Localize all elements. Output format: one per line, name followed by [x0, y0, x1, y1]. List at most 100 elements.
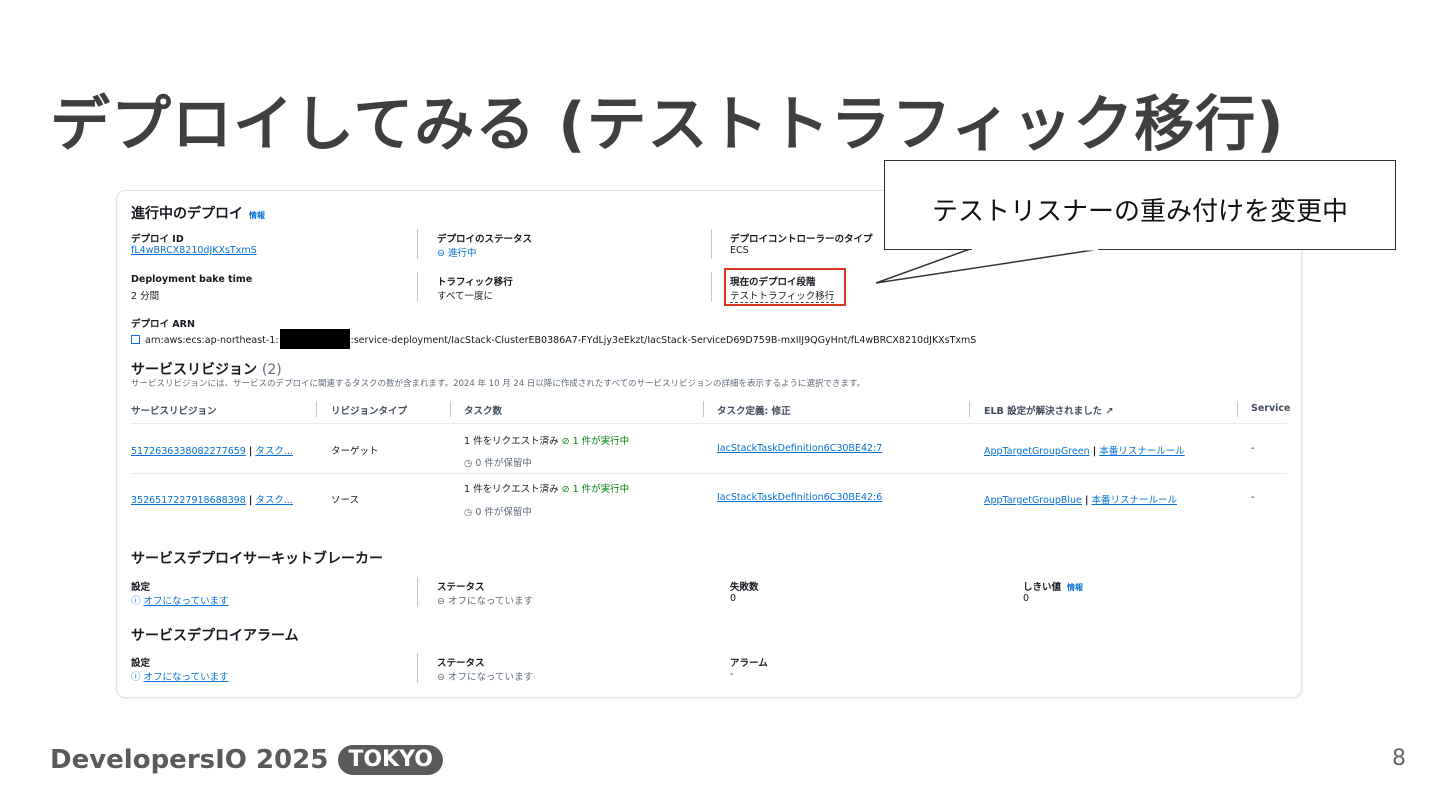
- revisions-title: サービスリビジョン (2): [131, 359, 282, 379]
- clock-icon: ◷: [464, 507, 473, 518]
- callout-text: テストリスナーの重み付けを変更中: [931, 197, 1348, 227]
- deploy-section-title-text: 進行中のデプロイ: [131, 206, 243, 222]
- tasks-requested: 1 件をリクエスト済み ⊘ 1 件が実行中: [464, 433, 629, 447]
- bake-time-value: 2 分間: [131, 291, 160, 302]
- page-number: 8: [1392, 746, 1406, 771]
- failures-label: 失敗数: [730, 582, 759, 593]
- task-def-link[interactable]: IacStackTaskDefinition6C30BE42:6: [717, 492, 882, 503]
- column-divider: [969, 401, 970, 417]
- col-type[interactable]: リビジョンタイプ: [331, 403, 407, 417]
- service-value: -: [1251, 443, 1255, 454]
- col-elb[interactable]: ELB 設定が解決されました ↗: [984, 403, 1113, 417]
- column-divider: [703, 401, 704, 417]
- slide-title: デプロイしてみる (テストトラフィック移行): [50, 90, 1285, 160]
- tasks-pending: ◷ 0 件が保留中: [464, 455, 532, 469]
- column-divider: [711, 229, 712, 259]
- info-circle-icon: ⓘ: [131, 596, 141, 607]
- alarm-status-label: ステータス: [437, 658, 485, 669]
- deploy-id-link[interactable]: fL4wBRCX8210dJKXsTxmS: [131, 245, 257, 256]
- elb-config: AppTargetGroupBlue | 本番リスナールール: [984, 495, 1177, 506]
- controller-label: デプロイコントローラーのタイプ: [730, 234, 873, 245]
- alarm-setting-link: オフになっています: [143, 672, 229, 683]
- revision-type: ターゲット: [331, 446, 379, 457]
- deployment-panel: 進行中のデプロイ 情報 デプロイ ID fL4wBRCX8210dJKXsTxmS…: [116, 190, 1302, 698]
- column-divider: [417, 577, 418, 607]
- breaker-setting[interactable]: ⓘ オフになっています: [131, 593, 229, 607]
- tasks-requested: 1 件をリクエスト済み ⊘ 1 件が実行中: [464, 481, 629, 495]
- arn-label: デプロイ ARN: [131, 319, 195, 330]
- revision-type: ソース: [331, 495, 360, 506]
- success-icon: ⊘: [561, 484, 570, 495]
- column-divider: [711, 272, 712, 302]
- revision-link[interactable]: 5172636338082277659: [131, 446, 246, 457]
- tasks-running: 1 件が実行中: [572, 484, 630, 495]
- target-group-link[interactable]: AppTargetGroupGreen: [984, 446, 1090, 457]
- highlight-box: [724, 268, 846, 306]
- col-elb-text: ELB 設定が解決されました: [984, 406, 1103, 417]
- in-progress-icon: ⊖: [437, 248, 445, 259]
- table-row: 3526517227918688398 | タスク...: [131, 495, 293, 506]
- column-divider: [316, 401, 317, 417]
- revisions-title-text: サービスリビジョン: [131, 362, 257, 378]
- tasks-link[interactable]: タスク...: [255, 446, 293, 457]
- copy-icon[interactable]: [131, 335, 140, 344]
- breaker-status-label: ステータス: [437, 582, 485, 593]
- success-icon: ⊘: [561, 436, 570, 447]
- col-revision[interactable]: サービスリビジョン: [131, 403, 217, 417]
- deploy-status-label: デプロイのステータス: [437, 234, 533, 245]
- alarm-value: -: [730, 669, 734, 680]
- deploy-status: ⊖ 進行中: [437, 245, 477, 259]
- column-divider: [1237, 401, 1238, 417]
- tasks-requested-text: 1 件をリクエスト済み: [464, 484, 559, 495]
- event-logo-text: DevelopersIO 2025: [50, 745, 329, 775]
- breaker-status-text: オフになっています: [448, 596, 534, 607]
- tasks-pending-text: 0 件が保留中: [475, 458, 532, 469]
- alarm-setting[interactable]: ⓘ オフになっています: [131, 669, 229, 683]
- arn-prefix: arn:aws:ecs:ap-northeast-1:: [145, 335, 279, 346]
- failures-value: 0: [730, 593, 737, 604]
- traffic-value: すべて一度に: [437, 291, 493, 302]
- controller-value: ECS: [730, 245, 749, 256]
- alarm-status-text: オフになっています: [448, 672, 534, 683]
- deploy-section-title: 進行中のデプロイ 情報: [131, 203, 265, 223]
- off-icon: ⊖: [437, 672, 445, 683]
- info-link[interactable]: 情報: [249, 211, 265, 220]
- target-group-link[interactable]: AppTargetGroupBlue: [984, 495, 1082, 506]
- callout-box: テストリスナーの重み付けを変更中: [884, 160, 1396, 250]
- info-link[interactable]: 情報: [1067, 583, 1083, 592]
- tasks-running: 1 件が実行中: [572, 436, 630, 447]
- alarm-setting-label: 設定: [131, 658, 151, 669]
- off-icon: ⊖: [437, 596, 445, 607]
- listener-rule-link[interactable]: 本番リスナールール: [1091, 495, 1177, 506]
- event-logo: DevelopersIO 2025 TOKYO: [50, 745, 443, 775]
- breaker-status: ⊖ オフになっています: [437, 593, 533, 607]
- column-divider: [417, 229, 418, 259]
- arn-suffix: :service-deployment/IacStack-ClusterEB03…: [350, 335, 977, 346]
- redacted-account-id: [279, 329, 350, 349]
- column-divider: [417, 272, 418, 302]
- threshold-value: 0: [1023, 593, 1030, 604]
- tasks-pending: ◷ 0 件が保留中: [464, 504, 532, 518]
- revisions-count: (2): [261, 362, 282, 378]
- col-tasks[interactable]: タスク数: [464, 403, 502, 417]
- revision-link[interactable]: 3526517227918688398: [131, 495, 246, 506]
- threshold-label: しきい値 情報: [1023, 579, 1083, 593]
- external-link-icon: ↗: [1105, 406, 1114, 417]
- traffic-label: トラフィック移行: [437, 277, 513, 288]
- deploy-status-text: 進行中: [448, 248, 477, 259]
- clock-icon: ◷: [464, 458, 473, 469]
- threshold-label-text: しきい値: [1023, 582, 1062, 593]
- bake-time-label: Deployment bake time: [131, 274, 253, 285]
- listener-rule-link[interactable]: 本番リスナールール: [1099, 446, 1185, 457]
- breaker-setting-link: オフになっています: [143, 596, 229, 607]
- task-def-link[interactable]: IacStackTaskDefinition6C30BE42:7: [717, 443, 882, 454]
- col-service[interactable]: Service: [1251, 403, 1291, 414]
- column-divider: [417, 653, 418, 683]
- alarm-status: ⊖ オフになっています: [437, 669, 533, 683]
- tasks-requested-text: 1 件をリクエスト済み: [464, 436, 559, 447]
- col-task-def[interactable]: タスク定義: 修正: [717, 403, 791, 417]
- revisions-description: サービスリビジョンには、サービスのデプロイに関連するタスクの数が含まれます。20…: [131, 379, 866, 389]
- row-divider: [131, 423, 1287, 424]
- tasks-link[interactable]: タスク...: [255, 495, 293, 506]
- tasks-pending-text: 0 件が保留中: [475, 507, 532, 518]
